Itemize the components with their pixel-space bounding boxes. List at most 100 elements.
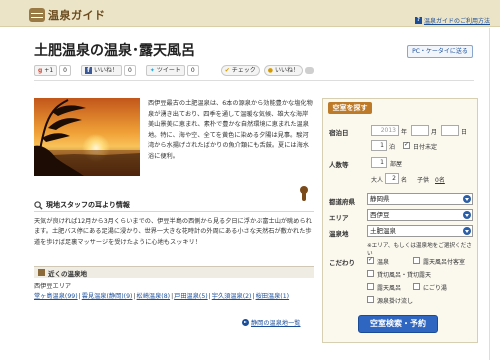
undecided-label: 日付未定 — [413, 144, 438, 151]
facebook-icon: f — [84, 66, 92, 74]
twitter-icon: ✦ — [149, 66, 155, 74]
child-count-link[interactable]: 0名 — [435, 175, 445, 184]
day-input[interactable] — [441, 125, 459, 136]
onsen-logo-icon — [29, 8, 45, 22]
staff-heading-text: 現地スタッフの耳より情報 — [46, 201, 130, 209]
site-header: 温泉ガイド ? 温泉ガイドのご利用方法 — [0, 0, 500, 27]
list-icon — [38, 269, 45, 276]
facebook-like[interactable]: f いいね！ 0 — [80, 64, 136, 76]
option-checkbox-private-bath[interactable] — [367, 270, 374, 277]
undecided-checkbox[interactable] — [403, 141, 410, 149]
option-label: 温泉 — [377, 259, 390, 266]
more-onsen-link[interactable]: 静岡の温泉地一覧 — [242, 318, 301, 327]
nearby-onsen-section: 近くの温泉地 西伊豆エリア 堂ヶ島温泉(99)|雲見温泉(静岡)(9)|松崎温泉… — [34, 266, 314, 314]
rooms-input[interactable]: 1 — [371, 157, 387, 168]
sunset-photo — [34, 98, 140, 176]
nearby-link[interactable]: 松崎温泉(8) — [137, 293, 171, 300]
nearby-heading: 近くの温泉地 — [34, 267, 314, 278]
chevron-down-icon — [463, 227, 471, 235]
facebook-like-label: いいね！ — [93, 66, 118, 74]
adult-input[interactable]: 2 — [385, 173, 399, 184]
option-label: 源泉掛け流し — [377, 298, 414, 305]
area-select[interactable]: 西伊豆 — [367, 209, 473, 221]
chevron-down-icon — [463, 211, 471, 219]
like-icon: ● — [267, 66, 273, 74]
kodawari-label: こだわり — [329, 259, 355, 267]
magnifier-icon — [34, 200, 43, 210]
onsen-select[interactable]: 土肥温泉 — [367, 225, 473, 237]
day-unit: 日 — [461, 129, 468, 136]
page-title: 土肥温泉の温泉･露天風呂 — [34, 43, 195, 59]
nearby-link[interactable]: 戸田温泉(5) — [174, 293, 208, 300]
option-checkbox-onsen[interactable] — [367, 256, 374, 264]
year-unit: 年 — [401, 129, 408, 136]
tweet-label: ツイート — [156, 66, 181, 74]
tweet-count: 0 — [186, 64, 199, 76]
help-link-text[interactable]: 温泉ガイドのご利用方法 — [424, 16, 490, 25]
nearby-links: 堂ヶ島温泉(99)|雲見温泉(静岡)(9)|松崎温泉(8)|戸田温泉(5)|宇久… — [34, 293, 290, 300]
adult-label: 大人 — [371, 177, 384, 184]
month-input[interactable] — [411, 125, 429, 136]
option-checkbox-gensen[interactable] — [367, 296, 374, 303]
area-label: エリア — [329, 214, 349, 222]
help-icon: ? — [414, 17, 422, 24]
nearby-link[interactable]: 堂ヶ島温泉(99) — [34, 293, 78, 300]
search-reserve-button[interactable]: 空室検索・予約 — [358, 315, 438, 333]
nights-unit: 泊 — [389, 144, 396, 151]
option-checkbox-nigoriyu[interactable] — [413, 283, 420, 290]
mixi-like[interactable]: ● いいね！ — [263, 64, 315, 76]
logo-text: 温泉ガイド — [48, 9, 106, 22]
prefecture-select[interactable]: 静岡県 — [367, 193, 473, 205]
option-checkbox-rotenburo[interactable] — [367, 283, 374, 290]
gplus-count: 0 — [59, 64, 71, 76]
selection-note: ※エリア、もしくは温泉地をご選択ください — [367, 243, 472, 257]
adult-unit: 名 — [401, 177, 408, 184]
check-icon: ✔ — [224, 66, 230, 74]
month-unit: 月 — [431, 129, 438, 136]
gplus-share[interactable]: g +1 0 — [34, 64, 71, 76]
option-label: にごり湯 — [423, 285, 447, 292]
option-label: 貸切風呂・貸切露天 — [377, 272, 432, 279]
send-to-pc-mobile-button[interactable]: PC・ケータイに送る — [407, 45, 473, 58]
title-divider — [34, 80, 474, 81]
staff-info-heading: 現地スタッフの耳より情報 — [34, 199, 314, 212]
search-panel-title: 空室を探す — [328, 102, 372, 114]
staff-info-text: 天気が良ければ12月から3月くらいまでの、伊豆半島の西側から見る夕日に浮かぶ富士… — [34, 218, 312, 246]
nearby-heading-text: 近くの温泉地 — [48, 269, 87, 278]
onsen-value: 土肥温泉 — [370, 227, 396, 235]
more-onsen-link-text[interactable]: 静岡の温泉地一覧 — [251, 318, 301, 327]
checkin-label: 宿泊日 — [329, 129, 349, 137]
gplus-icon: g — [38, 66, 43, 74]
nearby-link[interactable]: 桜田温泉(1) — [256, 293, 290, 300]
site-logo[interactable]: 温泉ガイド — [29, 7, 106, 23]
tweet-button[interactable]: ✦ ツイート 0 — [145, 64, 199, 76]
mixi-icon — [305, 66, 315, 74]
nights-input[interactable]: 1 — [371, 140, 387, 151]
right-divider — [489, 28, 490, 360]
prefecture-value: 静岡県 — [370, 195, 390, 203]
mixi-check[interactable]: ✔ チェック — [220, 64, 260, 76]
child-label: 子供 — [417, 177, 430, 184]
facebook-count: 0 — [124, 64, 136, 76]
nearby-area-label: 西伊豆エリア — [34, 283, 72, 290]
social-share-bar: g +1 0 f いいね！ 0 ✦ ツイート 0 ✔ チェック ● いいね！ — [34, 63, 318, 77]
mixi-like-label: いいね！ — [275, 66, 300, 74]
option-label: 露天風呂付客室 — [423, 259, 466, 266]
year-input[interactable]: 2013 — [371, 125, 399, 136]
rooms-label: 人数等 — [329, 161, 349, 169]
rooms-unit: 部屋 — [390, 161, 403, 168]
option-checkbox-room-rotenburo[interactable] — [413, 257, 420, 264]
area-value: 西伊豆 — [370, 211, 390, 219]
onsen-label: 温泉地 — [329, 230, 349, 238]
nearby-link[interactable]: 雲見温泉(静岡)(9) — [82, 293, 133, 300]
check-label: チェック — [231, 66, 256, 74]
vacancy-search-panel: 空室を探す 宿泊日 2013 年 月 日 1 泊 日付未定 人数等 1 部屋 大… — [322, 98, 478, 343]
option-label: 露天風呂 — [377, 285, 402, 292]
arrow-right-icon — [242, 319, 249, 326]
gplus-label: +1 — [44, 66, 54, 74]
chevron-down-icon — [463, 195, 471, 203]
intro-description: 西伊豆最古の土肥温泉は、6本の源泉から効能豊かな塩化物泉が湧き出ており、四季を通… — [148, 100, 313, 160]
help-link[interactable]: ? 温泉ガイドのご利用方法 — [414, 16, 490, 25]
nearby-link[interactable]: 宇久須温泉(2) — [212, 293, 252, 300]
prefecture-label: 都道府県 — [329, 198, 355, 206]
